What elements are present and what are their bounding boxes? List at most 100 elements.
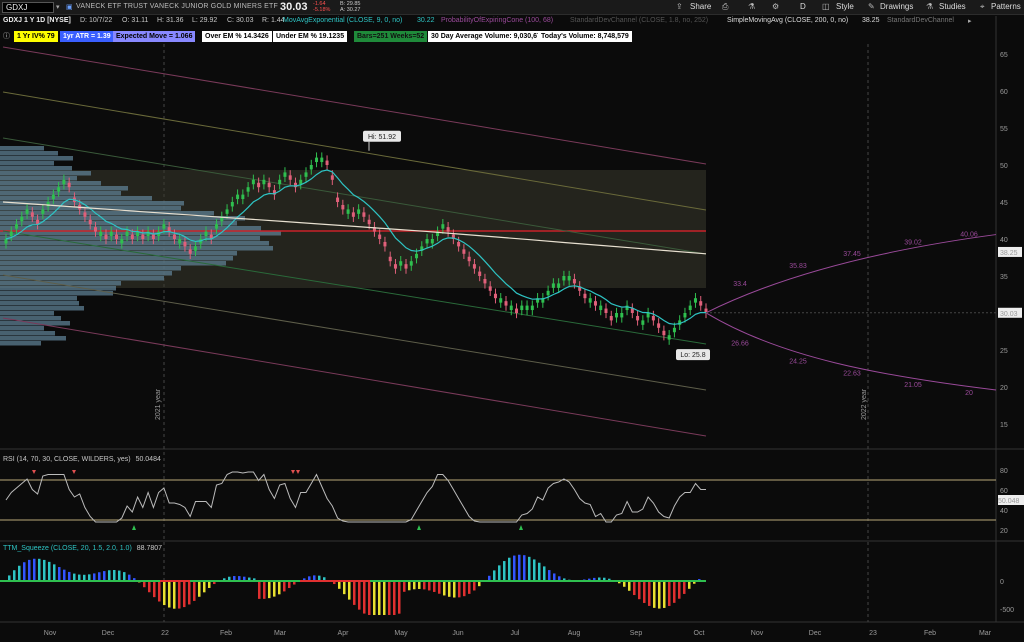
rsi-tag: 50.048 bbox=[998, 498, 1020, 505]
squeeze-bar bbox=[188, 581, 191, 605]
squeeze-bar bbox=[398, 581, 401, 614]
chevron-down-icon[interactable]: ▾ bbox=[56, 3, 60, 11]
squeeze-bar bbox=[393, 581, 396, 615]
candle-body bbox=[493, 293, 497, 299]
candle-body bbox=[178, 239, 182, 244]
candle-body bbox=[572, 278, 576, 284]
pencil-icon[interactable]: ✎ bbox=[868, 2, 875, 11]
drawings-button[interactable]: Drawings bbox=[880, 2, 913, 11]
squeeze-bar bbox=[18, 565, 21, 581]
squeeze-bar bbox=[448, 581, 451, 597]
month-label: Feb bbox=[924, 630, 936, 637]
squeeze-study-label[interactable]: TTM_Squeeze (CLOSE, 20, 1.5, 2.0, 1.0) bbox=[3, 545, 132, 552]
style-icon[interactable]: ◫ bbox=[822, 2, 830, 11]
profile-bar bbox=[0, 291, 113, 296]
price-axis-label: 50 bbox=[1000, 163, 1008, 170]
candle-body bbox=[20, 216, 24, 222]
squeeze-bar bbox=[508, 557, 511, 581]
squeeze-bar bbox=[418, 581, 421, 589]
candle-body bbox=[515, 308, 519, 313]
candle-body bbox=[120, 239, 124, 244]
today-volume-badge: Today's Volume: 8,748,579 bbox=[538, 31, 632, 42]
cone-lower-label: 22.63 bbox=[843, 371, 861, 378]
month-label: Mar bbox=[274, 630, 287, 637]
profile-bar bbox=[0, 256, 233, 261]
squeeze-bar bbox=[413, 581, 416, 590]
profile-bar bbox=[0, 176, 77, 181]
top-toolbar: GDXJ ▾ ▣ VANECK ETF TRUST VANECK JUNIOR … bbox=[0, 0, 1024, 15]
company-name: VANECK ETF TRUST VANECK JUNIOR GOLD MINE… bbox=[76, 3, 278, 10]
candle-body bbox=[504, 301, 508, 306]
symbol-input[interactable]: GDXJ bbox=[2, 2, 54, 13]
patterns-button[interactable]: Patterns bbox=[991, 2, 1021, 11]
profile-bar bbox=[0, 241, 269, 246]
sdc2-study-label[interactable]: StandardDevChannel bbox=[887, 17, 954, 24]
candle-body bbox=[367, 219, 371, 225]
candle-body bbox=[346, 209, 350, 214]
candle-body bbox=[446, 227, 450, 232]
candle-body bbox=[262, 179, 266, 185]
rsi-study-label[interactable]: RSI (14, 70, 30, CLOSE, WILDERS, yes) bbox=[3, 456, 131, 463]
squeeze-bar bbox=[553, 573, 556, 581]
candle-body bbox=[188, 249, 192, 254]
squeeze-bar bbox=[468, 581, 471, 594]
chart-symbol-line[interactable]: GDXJ 1 Y 1D [NYSE] bbox=[3, 17, 71, 24]
chevron-right-icon[interactable]: ▸ bbox=[968, 17, 972, 25]
profile-bar bbox=[0, 311, 54, 316]
candle-body bbox=[657, 323, 661, 328]
candle-body bbox=[241, 194, 245, 200]
gear-icon[interactable]: ⚙ bbox=[772, 2, 779, 11]
squeeze-bar bbox=[158, 581, 161, 602]
month-label: Aug bbox=[568, 630, 581, 637]
ema-study-label[interactable]: MovAvgExponential (CLOSE, 9, 0, no) bbox=[283, 17, 402, 24]
squeeze-bar bbox=[33, 558, 36, 581]
squeeze-bar bbox=[13, 570, 16, 581]
price-axis-label: 40 bbox=[1000, 237, 1008, 244]
candle-body bbox=[57, 187, 61, 192]
month-label: Jun bbox=[452, 630, 463, 637]
squeeze-bar bbox=[48, 561, 51, 581]
candle-body bbox=[283, 172, 287, 177]
sdc-study-label[interactable]: StandardDevChannel (CLOSE, 1.8, no, 252) bbox=[570, 17, 708, 24]
candle-body bbox=[230, 202, 234, 207]
candle-body bbox=[104, 234, 108, 239]
squeeze-bar bbox=[388, 581, 391, 615]
share-icon[interactable]: ⇪ bbox=[676, 2, 683, 11]
patterns-icon[interactable]: ⌖ bbox=[980, 2, 985, 12]
timeframe-button[interactable]: D bbox=[800, 2, 806, 11]
candle-body bbox=[583, 293, 587, 299]
flask-icon[interactable]: ⚗ bbox=[748, 2, 755, 11]
bars-badge: Bars=251 Weeks=52 bbox=[354, 31, 428, 42]
candle-body bbox=[162, 224, 166, 229]
squeeze-bar bbox=[443, 581, 446, 596]
link-icon[interactable]: ▣ bbox=[66, 3, 73, 11]
cone-study-label[interactable]: ProbabilityOfExpiringCone (100, 68) bbox=[441, 17, 553, 24]
rsi-sell-arrow bbox=[72, 470, 76, 474]
candle-body bbox=[9, 231, 13, 237]
month-label: Dec bbox=[102, 630, 115, 637]
price-axis-label: 45 bbox=[1000, 200, 1008, 207]
squeeze-bar bbox=[203, 581, 206, 593]
sma-study-label[interactable]: SimpleMovingAvg (CLOSE, 200, 0, no) bbox=[727, 17, 848, 24]
profile-bar bbox=[0, 226, 261, 231]
candle-body bbox=[699, 301, 703, 306]
squeeze-bar bbox=[273, 581, 276, 597]
share-button[interactable]: Share bbox=[690, 2, 711, 11]
candle-body bbox=[67, 182, 71, 188]
info-icon[interactable]: ⓘ bbox=[3, 31, 10, 41]
squeeze-bar bbox=[678, 581, 681, 599]
candle-body bbox=[115, 234, 119, 239]
cone-upper-label: 35.83 bbox=[789, 263, 807, 270]
squeeze-bar bbox=[378, 581, 381, 615]
candle-body bbox=[409, 261, 413, 266]
studies-button[interactable]: Studies bbox=[939, 2, 966, 11]
print-icon[interactable]: ⎙ bbox=[722, 2, 728, 12]
squeeze-bar bbox=[663, 581, 666, 608]
style-button[interactable]: Style bbox=[836, 2, 854, 11]
candle-body bbox=[399, 261, 403, 266]
rsi-axis-label: 80 bbox=[1000, 468, 1008, 475]
month-label: Nov bbox=[44, 630, 57, 637]
flask-studies-icon[interactable]: ⚗ bbox=[926, 2, 933, 11]
candle-body bbox=[546, 290, 550, 296]
candle-body bbox=[88, 219, 92, 225]
